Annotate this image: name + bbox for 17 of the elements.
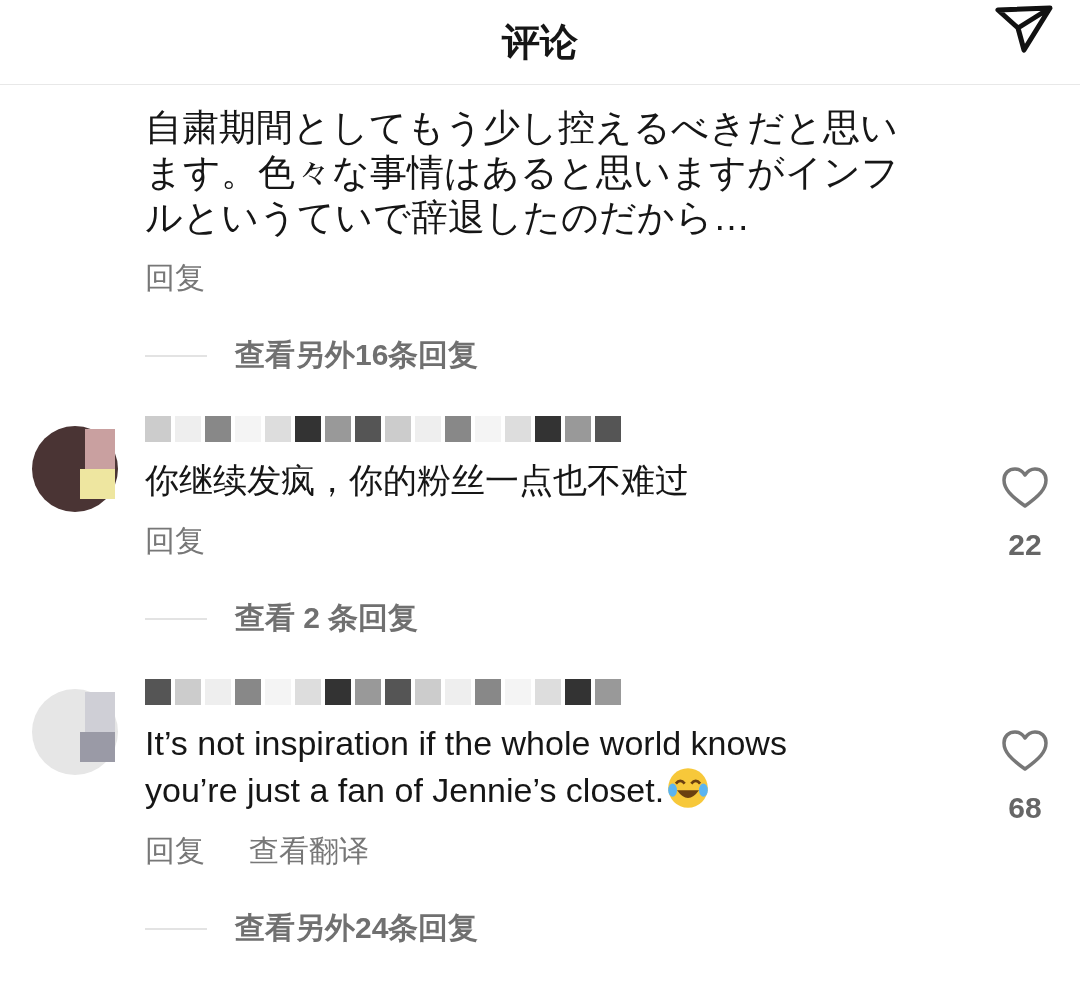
view-replies-link[interactable]: 查看另外16条回复 [235, 335, 479, 376]
view-replies-link[interactable]: 查看 2 条回复 [235, 598, 419, 639]
heart-icon[interactable] [1001, 466, 1049, 510]
comment-text: 自粛期間としてもう少し控えるべきだと思い ます。色々な事情はあると思いますがインフ ルというていで辞退したのだから… [145, 107, 899, 238]
send-icon[interactable] [994, 4, 1054, 54]
action-link[interactable]: 查看翻译 [249, 831, 369, 872]
comment-text: It’s not inspiration if the whole world knows you’re just a fan of Jennie’s closet. [145, 724, 787, 809]
like-count: 22 [1008, 528, 1042, 562]
action-link[interactable]: 回复 [145, 831, 205, 872]
heart-icon[interactable] [1001, 729, 1049, 773]
action-link[interactable]: 回复 [145, 521, 205, 562]
comment-text: 你继续发疯，你的粉丝一点也不难过 [145, 461, 689, 499]
view-replies-link[interactable]: 查看另外24条回复 [235, 908, 479, 949]
page-title: 评论 [502, 19, 578, 65]
like-count: 68 [1008, 791, 1042, 825]
action-link[interactable]: 回复 [145, 258, 205, 299]
avatar[interactable] [30, 424, 120, 514]
